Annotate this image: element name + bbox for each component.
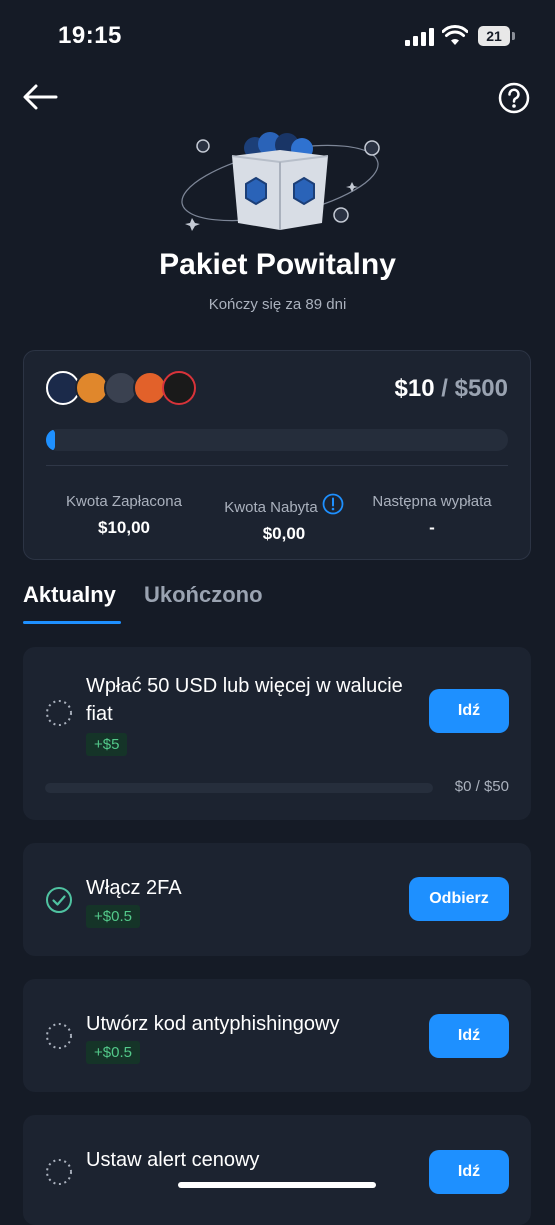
stat-next-payout: Następna wypłata -	[362, 493, 502, 538]
summary-card: $10 / $500 Kwota Zapłacona $10,00 Kwota …	[23, 350, 531, 560]
task-title-line1: Wpłać 50 USD lub więcej w walucie	[86, 675, 403, 697]
amount-current: $10	[394, 375, 435, 402]
divider	[46, 465, 508, 466]
stat-next-payout-label: Następna wypłata	[372, 493, 492, 510]
task-title: Włącz 2FA	[86, 877, 182, 899]
stat-paid-value: $10,00	[98, 518, 150, 537]
battery-tip	[512, 32, 515, 40]
info-icon[interactable]	[322, 493, 344, 515]
task-title: Utwórz kod antyphishingowy	[86, 1013, 340, 1035]
help-icon[interactable]	[498, 82, 530, 114]
status-time: 19:15	[58, 22, 122, 49]
tab-active-indicator	[23, 621, 121, 624]
package-progress-fill	[46, 429, 56, 451]
task-card-antiphishing: Utwórz kod antyphishingowy +$0.5 Idź	[23, 979, 531, 1092]
stat-paid: Kwota Zapłacona $10,00	[54, 493, 194, 538]
go-button[interactable]: Idź	[429, 1150, 509, 1194]
wifi-icon	[442, 25, 468, 45]
amount-readout: $10 / $500	[395, 375, 508, 403]
task-progress-bar	[45, 783, 433, 793]
task-progress-label: $0 / $50	[454, 778, 509, 795]
pending-status-icon	[46, 700, 72, 726]
home-indicator	[178, 1182, 376, 1188]
battery-icon: 21	[478, 26, 510, 46]
go-button[interactable]: Idź	[429, 689, 509, 733]
package-progress-bar	[46, 429, 508, 451]
task-title-line2: fiat	[86, 703, 113, 725]
go-button[interactable]: Idź	[429, 1014, 509, 1058]
task-card-2fa: Włącz 2FA +$0.5 Odbierz	[23, 843, 531, 956]
reward-badge: +$5	[86, 733, 128, 756]
back-arrow-icon[interactable]	[20, 80, 60, 114]
pending-status-icon	[46, 1023, 72, 1049]
partner-logos	[46, 371, 206, 407]
reward-badge: +$0.5	[86, 1041, 140, 1064]
tab-completed[interactable]: Ukończono	[144, 582, 263, 608]
status-bar: 19:15 21	[0, 0, 555, 72]
gift-box-icon	[181, 132, 380, 231]
stat-next-payout-value: -	[429, 518, 435, 537]
amount-separator: /	[434, 375, 455, 402]
task-title: Ustaw alert cenowy	[86, 1149, 260, 1171]
check-status-icon	[46, 887, 72, 913]
stat-acquired: Kwota Nabyta $0,00	[209, 493, 359, 544]
signal-icon	[405, 28, 435, 46]
task-card-deposit: Wpłać 50 USD lub więcej w walucie fiat +…	[23, 647, 531, 820]
task-card-price-alert: Ustaw alert cenowy Idź	[23, 1115, 531, 1225]
reward-badge: +$0.5	[86, 905, 140, 928]
page-title: Pakiet Powitalny	[159, 248, 396, 281]
amount-total: $500	[454, 375, 508, 402]
stat-acquired-label: Kwota Nabyta	[224, 499, 318, 516]
tab-current[interactable]: Aktualny	[23, 582, 116, 608]
coin-logo-5	[162, 371, 196, 405]
stat-paid-label: Kwota Zapłacona	[66, 493, 182, 510]
pending-status-icon	[46, 1159, 72, 1185]
stat-acquired-value: $0,00	[262, 524, 306, 543]
claim-button[interactable]: Odbierz	[409, 877, 509, 921]
page-subtitle: Kończy się za 89 dni	[208, 296, 347, 313]
